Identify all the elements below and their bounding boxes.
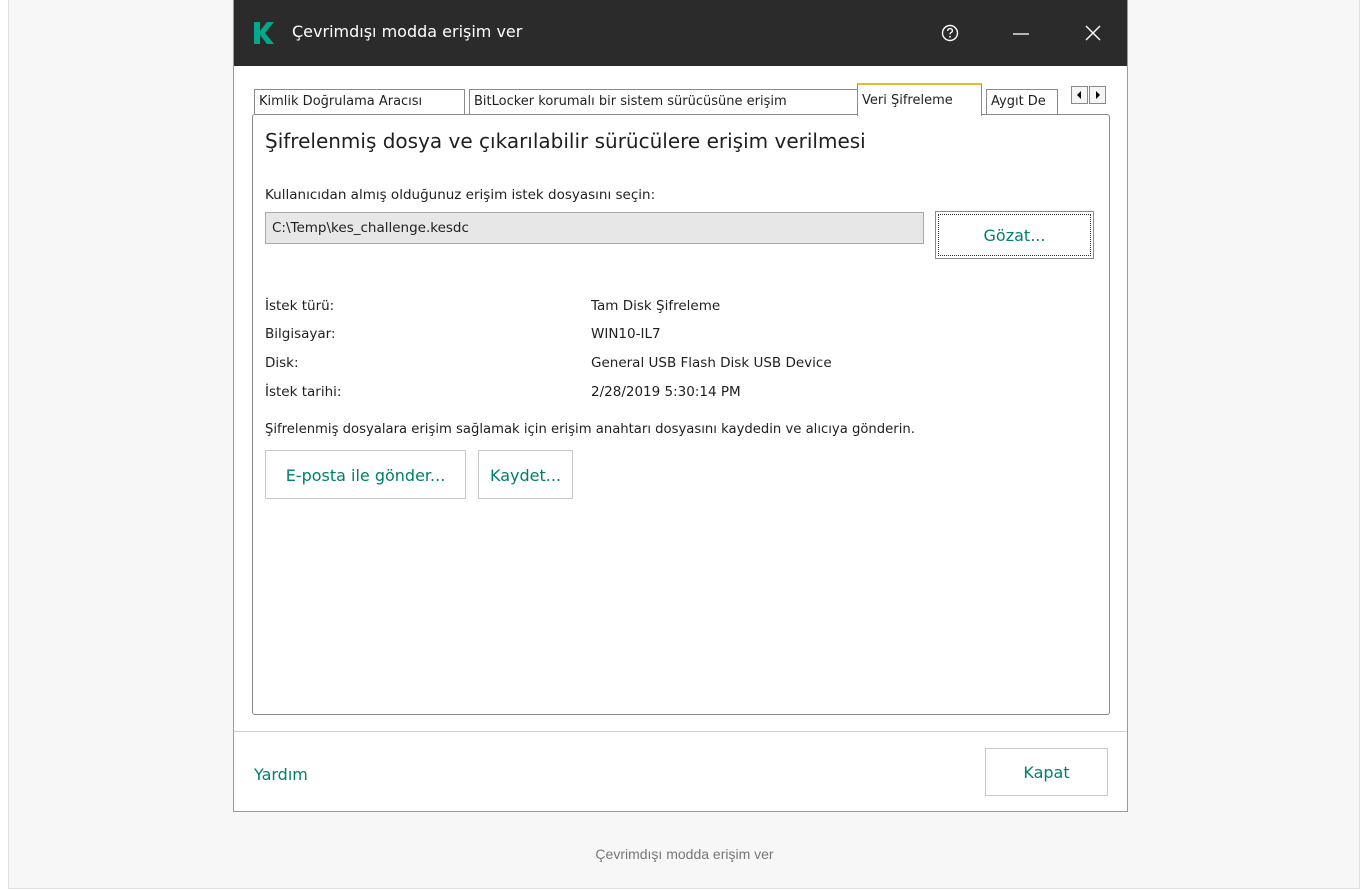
detail-label: İstek tarihi:	[265, 384, 342, 400]
help-button[interactable]	[933, 17, 967, 49]
request-file-field[interactable]: C:\Temp\kes_challenge.kesdc	[265, 212, 924, 244]
arrow-left-icon	[1077, 91, 1081, 99]
detail-value: Tam Disk Şifreleme	[591, 298, 721, 314]
detail-value: General USB Flash Disk USB Device	[591, 355, 832, 371]
tab-scroll-left-button[interactable]	[1071, 86, 1088, 104]
tab-bitlocker-access[interactable]: BitLocker korumalı bir sistem sürücüsüne…	[469, 89, 860, 115]
tab-content-panel	[252, 114, 1110, 715]
tab-authentication-agent[interactable]: Kimlik Doğrulama Aracısı	[254, 89, 465, 115]
minimize-icon	[1013, 33, 1029, 35]
detail-value: 2/28/2019 5:30:14 PM	[591, 384, 741, 400]
title-bar[interactable]: Çevrimdışı modda erişim ver	[234, 0, 1127, 66]
tab-device-control[interactable]: Aygıt De	[986, 89, 1058, 115]
window-title: Çevrimdışı modda erişim ver	[292, 22, 523, 41]
detail-label: İstek türü:	[265, 298, 335, 314]
page-heading: Şifrelenmiş dosya ve çıkarılabilir sürüc…	[265, 129, 866, 153]
footer-divider	[234, 731, 1127, 732]
kaspersky-logo-icon	[254, 22, 274, 44]
detail-label: Bilgisayar:	[265, 326, 336, 342]
close-window-button[interactable]	[1076, 17, 1110, 49]
browse-button[interactable]: Gözat...	[935, 211, 1094, 259]
close-button[interactable]: Kapat	[985, 748, 1108, 796]
help-circle-icon	[941, 24, 959, 42]
detail-label: Disk:	[265, 355, 299, 371]
send-email-button[interactable]: E-posta ile gönder...	[265, 450, 466, 499]
file-prompt-label: Kullanıcıdan almış olduğunuz erişim iste…	[265, 187, 656, 203]
close-icon	[1085, 25, 1101, 41]
instruction-text: Şifrelenmiş dosyalara erişim sağlamak iç…	[265, 422, 915, 437]
save-button[interactable]: Kaydet...	[478, 450, 573, 499]
detail-value: WIN10-IL7	[591, 326, 661, 342]
help-link[interactable]: Yardım	[254, 765, 308, 784]
minimize-button[interactable]	[1004, 17, 1038, 49]
tab-data-encryption[interactable]: Veri Şifreleme	[857, 83, 982, 116]
arrow-right-icon	[1096, 91, 1100, 99]
tab-scroll-right-button[interactable]	[1089, 86, 1106, 104]
figure-caption: Çevrimdışı modda erişim ver	[595, 846, 774, 862]
